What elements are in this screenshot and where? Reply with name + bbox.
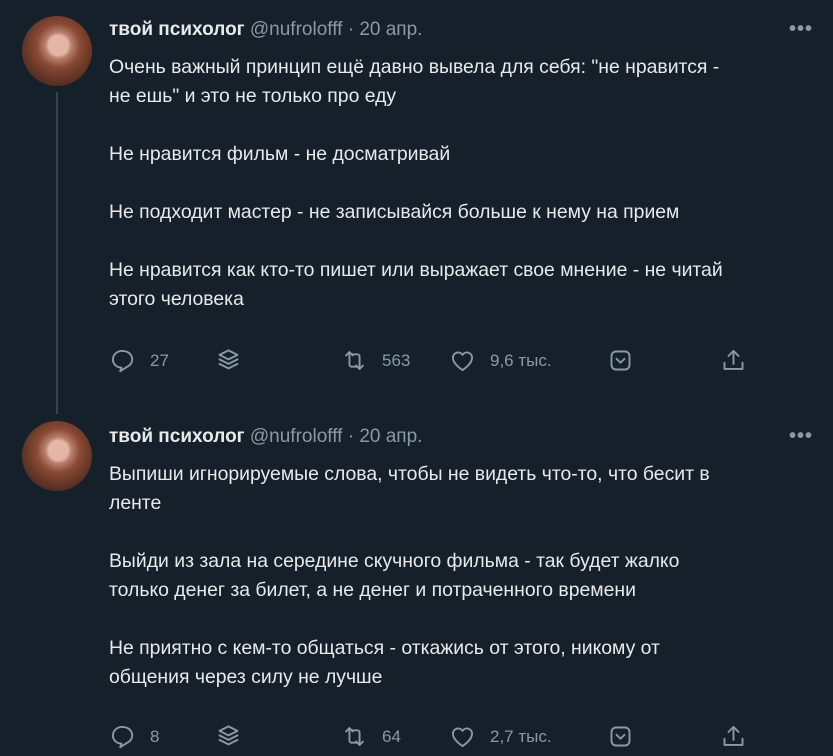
avatar[interactable]: [22, 421, 92, 491]
share-button[interactable]: [720, 347, 747, 374]
author-handle[interactable]: @nufrolofff: [250, 426, 343, 447]
tweet-header: твой психолог @nufrolofff · 20 апр.: [109, 426, 422, 448]
like-count: 9,6 тыс.: [490, 350, 552, 370]
like-button[interactable]: 2,7 тыс.: [449, 723, 552, 750]
author-name[interactable]: твой психолог: [109, 426, 245, 447]
retweet-button[interactable]: 64: [341, 723, 401, 750]
share-icon: [723, 349, 744, 370]
tweet-1[interactable]: твой психолог @nufrolofff · 20 апр. ••• …: [0, 0, 833, 414]
avatar[interactable]: [22, 16, 92, 86]
tweet-header: твой психолог @nufrolofff · 20 апр.: [109, 19, 422, 41]
retweet-count: 64: [382, 726, 401, 746]
reply-button[interactable]: 8: [109, 723, 159, 750]
retweet-button[interactable]: 563: [341, 347, 410, 374]
separator: ·: [347, 426, 355, 447]
thread-line: [56, 92, 58, 414]
tweet-paragraph: Не приятно с кем-то общаться - откажись …: [109, 637, 660, 688]
bookmark-icon: [610, 350, 631, 371]
tweet-paragraph: Не нравится как кто-то пишет или выражае…: [109, 259, 723, 310]
reply-button[interactable]: 27: [109, 347, 169, 374]
bookmark-button[interactable]: [607, 347, 634, 374]
author-name[interactable]: твой психолог: [109, 19, 245, 40]
stack-icon: [218, 725, 239, 746]
stack-button[interactable]: [215, 347, 242, 374]
tweet-paragraph: Выйди из зала на середине скучного фильм…: [109, 550, 680, 601]
separator: ·: [347, 19, 355, 40]
tweet-date[interactable]: 20 апр.: [359, 426, 422, 447]
tweet-paragraph: Не подходит мастер - не записывайся боль…: [109, 201, 680, 223]
tweet-text: Выпиши игнорируемые слова, чтобы не виде…: [109, 460, 819, 692]
like-button[interactable]: 9,6 тыс.: [449, 347, 552, 374]
tweet-2[interactable]: твой психолог @nufrolofff · 20 апр. ••• …: [0, 405, 833, 756]
tweet-actions: 8 64 2,7 тыс.: [109, 723, 759, 753]
tweet-actions: 27 563 9,6 тыс.: [109, 347, 759, 377]
retweet-count: 563: [382, 350, 411, 370]
reply-icon: [111, 725, 134, 749]
more-options-button[interactable]: •••: [789, 18, 813, 41]
tweet-paragraph: Выпиши игнорируемые слова, чтобы не виде…: [109, 463, 710, 514]
retweet-icon: [345, 727, 364, 746]
bookmark-button[interactable]: [607, 723, 634, 750]
retweet-icon: [345, 351, 364, 370]
reply-icon: [111, 349, 134, 373]
tweet-paragraph: Очень важный принцип ещё давно вывела дл…: [109, 56, 720, 107]
like-count: 2,7 тыс.: [490, 726, 552, 746]
reply-count: 27: [150, 350, 169, 370]
tweet-text: Очень важный принцип ещё давно вывела дл…: [109, 53, 819, 314]
like-icon: [451, 727, 474, 748]
stack-icon: [218, 349, 239, 370]
tweet-paragraph: Не нравится фильм - не досматривай: [109, 143, 451, 165]
author-handle[interactable]: @nufrolofff: [250, 19, 343, 40]
tweet-date[interactable]: 20 апр.: [359, 19, 422, 40]
more-options-button[interactable]: •••: [789, 425, 813, 448]
share-icon: [723, 725, 744, 746]
stack-button[interactable]: [215, 723, 242, 750]
reply-count: 8: [150, 726, 160, 746]
bookmark-icon: [610, 726, 631, 747]
share-button[interactable]: [720, 723, 747, 750]
like-icon: [451, 351, 474, 372]
